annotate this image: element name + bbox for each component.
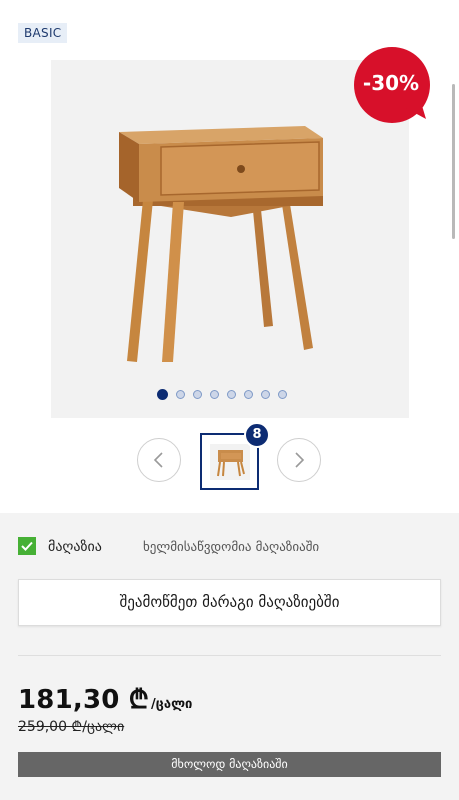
gallery-dot[interactable] — [278, 389, 287, 399]
store-only-notice: მხოლოდ მაღაზიაში — [18, 752, 441, 777]
availability-status: ხელმისაწვდომია მაღაზიაში — [143, 540, 320, 555]
price-unit: /ცალი — [151, 697, 193, 712]
chevron-right-icon — [295, 452, 305, 468]
store-label: მაღაზია — [48, 539, 102, 555]
chevron-left-icon — [153, 452, 163, 468]
divider — [18, 655, 441, 656]
old-price: 259,00 ₾/ცალი — [18, 719, 125, 735]
current-price: 181,30 ₾ — [18, 685, 150, 715]
discount-label: -30% — [362, 71, 420, 95]
previous-image-button[interactable] — [137, 438, 181, 482]
check-stock-button[interactable]: შეამოწმეთ მარაგი მაღაზიებში — [18, 579, 441, 626]
store-checkbox[interactable] — [18, 537, 36, 555]
scrollbar-thumb[interactable] — [452, 84, 455, 239]
checkmark-icon — [21, 541, 33, 551]
gallery-dot[interactable] — [157, 388, 168, 400]
brand-badge: BASIC — [18, 23, 68, 43]
gallery-dot[interactable] — [244, 389, 253, 399]
thumbnail-image — [209, 443, 250, 480]
next-image-button[interactable] — [277, 438, 321, 482]
gallery-dot[interactable] — [210, 389, 219, 399]
gallery-pagination-dots[interactable] — [157, 388, 287, 400]
gallery-dot[interactable] — [193, 389, 202, 399]
price-row: 181,30 ₾ /ცალი — [18, 680, 192, 716]
gallery-dot[interactable] — [176, 389, 185, 399]
gallery-dot[interactable] — [261, 389, 270, 399]
image-count-badge: 8 — [244, 422, 270, 448]
gallery-dot[interactable] — [227, 389, 236, 399]
